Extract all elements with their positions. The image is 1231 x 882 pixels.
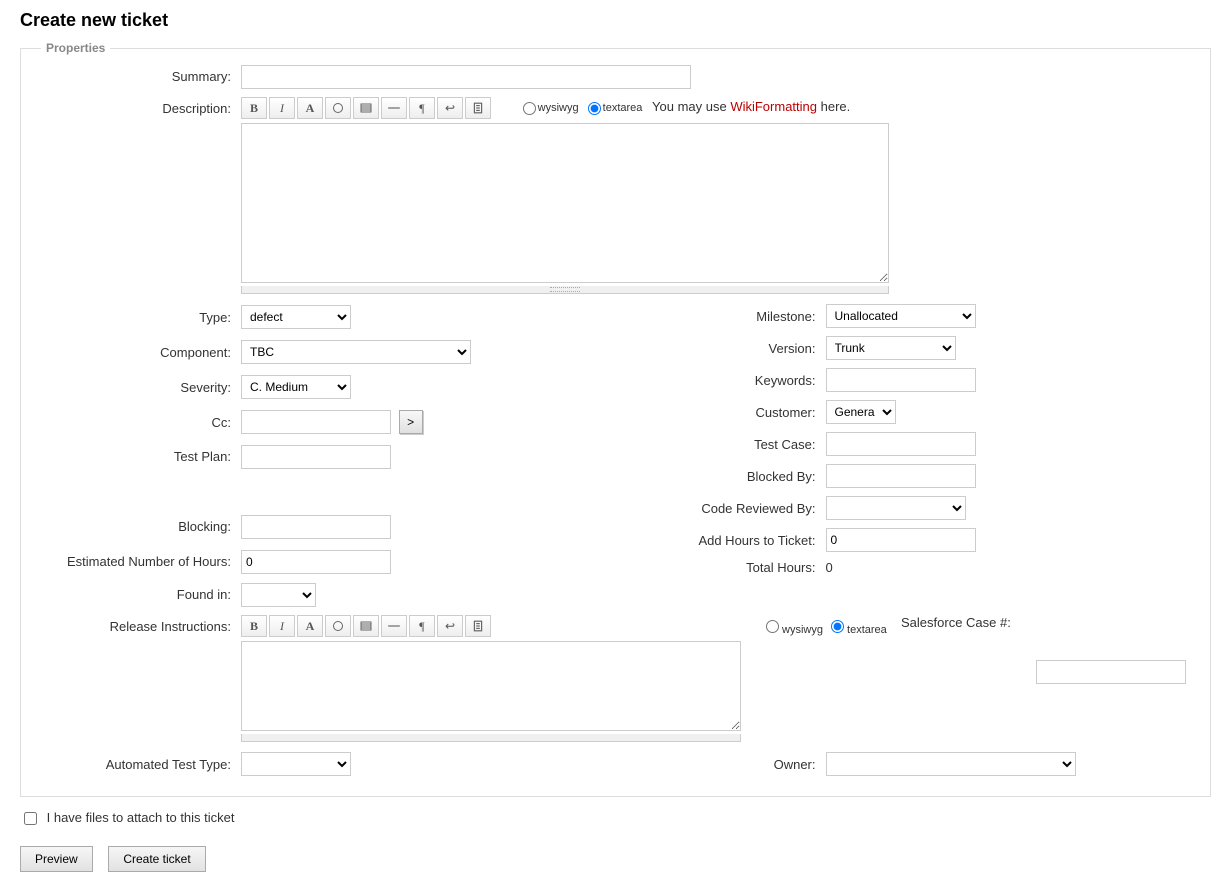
test-plan-label: Test Plan: bbox=[41, 449, 241, 464]
wiki-hint: You may use WikiFormatting here. bbox=[652, 99, 850, 114]
test-plan-input[interactable] bbox=[241, 445, 391, 469]
description-wysiwyg-radio[interactable] bbox=[523, 102, 536, 115]
attach-files-text: I have files to attach to this ticket bbox=[47, 810, 235, 825]
release-textarea-radio[interactable] bbox=[831, 620, 844, 633]
summary-label: Summary: bbox=[41, 65, 241, 84]
pilcrow-icon[interactable]: ¶ bbox=[409, 615, 435, 637]
severity-select[interactable]: C. Medium bbox=[241, 375, 351, 399]
milestone-label: Milestone: bbox=[626, 309, 826, 324]
br-icon[interactable]: ↩ bbox=[437, 97, 463, 119]
description-textarea-radio-label[interactable]: textarea bbox=[582, 102, 643, 114]
blocking-label: Blocking: bbox=[41, 519, 241, 534]
hr-icon[interactable] bbox=[381, 615, 407, 637]
type-label: Type: bbox=[41, 310, 241, 325]
version-label: Version: bbox=[626, 341, 826, 356]
cc-input[interactable] bbox=[241, 410, 391, 434]
properties-fieldset: Properties Summary: Description: B I A bbox=[20, 41, 1211, 797]
auto-test-type-select[interactable] bbox=[241, 752, 351, 776]
wiki-hint-prefix: You may use bbox=[652, 99, 730, 114]
blocked-by-label: Blocked By: bbox=[626, 469, 826, 484]
preview-button[interactable]: Preview bbox=[20, 846, 93, 872]
br-icon[interactable]: ↩ bbox=[437, 615, 463, 637]
version-select[interactable]: Trunk bbox=[826, 336, 956, 360]
code-icon[interactable] bbox=[465, 97, 491, 119]
description-wysiwyg-radio-label[interactable]: wysiwyg bbox=[517, 102, 579, 114]
release-toolbar: B I A ¶ ↩ bbox=[241, 615, 493, 637]
italic-icon[interactable]: I bbox=[269, 615, 295, 637]
severity-label: Severity: bbox=[41, 380, 241, 395]
release-textarea-radio-label[interactable]: textarea bbox=[826, 624, 887, 636]
wiki-hint-suffix: here. bbox=[817, 99, 850, 114]
cc-label: Cc: bbox=[41, 415, 241, 430]
description-textarea-radio[interactable] bbox=[588, 102, 601, 115]
wysiwyg-text: wysiwyg bbox=[782, 624, 823, 636]
code-icon[interactable] bbox=[465, 615, 491, 637]
release-resize-grip[interactable] bbox=[241, 734, 741, 742]
salesforce-label: Salesforce Case #: bbox=[901, 615, 1011, 630]
keywords-label: Keywords: bbox=[626, 373, 826, 388]
cc-add-button[interactable]: > bbox=[399, 410, 423, 434]
component-select[interactable]: TBC bbox=[241, 340, 471, 364]
font-icon[interactable]: A bbox=[297, 97, 323, 119]
code-reviewed-by-select[interactable] bbox=[826, 496, 966, 520]
description-resize-grip[interactable] bbox=[241, 286, 889, 294]
total-hours-value: 0 bbox=[826, 560, 1191, 575]
textarea-text: textarea bbox=[847, 624, 887, 636]
est-hours-input[interactable] bbox=[241, 550, 391, 574]
italic-icon[interactable]: I bbox=[269, 97, 295, 119]
attach-files-label[interactable]: I have files to attach to this ticket bbox=[20, 810, 235, 825]
link-icon[interactable] bbox=[325, 615, 351, 637]
blocking-input[interactable] bbox=[241, 515, 391, 539]
description-label: Description: bbox=[41, 97, 241, 116]
summary-input[interactable] bbox=[241, 65, 691, 89]
wiki-formatting-link[interactable]: WikiFormatting bbox=[730, 99, 817, 114]
attach-files-checkbox[interactable] bbox=[24, 812, 37, 825]
pilcrow-icon[interactable]: ¶ bbox=[409, 97, 435, 119]
customer-label: Customer: bbox=[626, 405, 826, 420]
link-icon[interactable] bbox=[325, 97, 351, 119]
release-wysiwyg-radio[interactable] bbox=[766, 620, 779, 633]
est-hours-label: Estimated Number of Hours: bbox=[41, 554, 241, 569]
wysiwyg-text: wysiwyg bbox=[538, 102, 579, 114]
found-in-label: Found in: bbox=[41, 583, 241, 602]
blocked-by-input[interactable] bbox=[826, 464, 976, 488]
bold-icon[interactable]: B bbox=[241, 97, 267, 119]
type-select[interactable]: defect bbox=[241, 305, 351, 329]
image-icon[interactable] bbox=[353, 615, 379, 637]
keywords-input[interactable] bbox=[826, 368, 976, 392]
customer-select[interactable]: General bbox=[826, 400, 896, 424]
hr-icon[interactable] bbox=[381, 97, 407, 119]
properties-legend: Properties bbox=[41, 41, 110, 55]
owner-select[interactable] bbox=[826, 752, 1076, 776]
salesforce-input[interactable] bbox=[1036, 660, 1186, 684]
add-hours-label: Add Hours to Ticket: bbox=[626, 533, 826, 548]
create-ticket-button[interactable]: Create ticket bbox=[108, 846, 205, 872]
test-case-label: Test Case: bbox=[626, 437, 826, 452]
auto-test-type-label: Automated Test Type: bbox=[41, 757, 241, 772]
code-reviewed-by-label: Code Reviewed By: bbox=[626, 501, 826, 516]
release-wysiwyg-radio-label[interactable]: wysiwyg bbox=[761, 624, 823, 636]
milestone-select[interactable]: Unallocated bbox=[826, 304, 976, 328]
textarea-text: textarea bbox=[603, 102, 643, 114]
test-case-input[interactable] bbox=[826, 432, 976, 456]
release-instructions-textarea[interactable] bbox=[241, 641, 741, 731]
font-icon[interactable]: A bbox=[297, 615, 323, 637]
owner-label: Owner: bbox=[626, 757, 826, 772]
release-instructions-label: Release Instructions: bbox=[41, 615, 241, 634]
bold-icon[interactable]: B bbox=[241, 615, 267, 637]
description-textarea[interactable] bbox=[241, 123, 889, 283]
component-label: Component: bbox=[41, 345, 241, 360]
image-icon[interactable] bbox=[353, 97, 379, 119]
add-hours-input[interactable] bbox=[826, 528, 976, 552]
found-in-select[interactable] bbox=[241, 583, 316, 607]
description-toolbar: B I A ¶ ↩ bbox=[241, 97, 493, 119]
page-title: Create new ticket bbox=[20, 10, 1211, 31]
total-hours-label: Total Hours: bbox=[626, 560, 826, 575]
